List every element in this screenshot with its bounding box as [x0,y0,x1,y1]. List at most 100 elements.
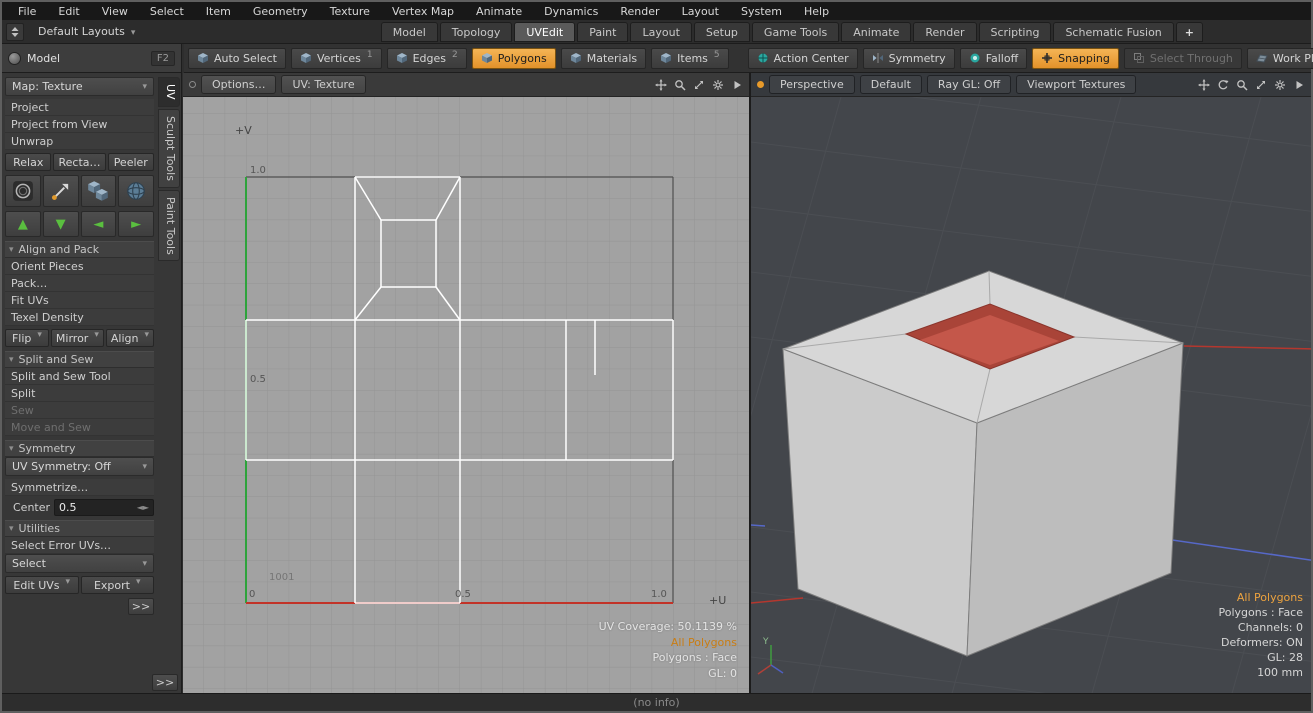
orient-pieces-command[interactable]: Orient Pieces [5,258,154,275]
shift-right-button[interactable]: ► [118,211,154,237]
viewport-state-icon[interactable] [757,81,764,88]
perspective-view-dropdown[interactable]: Perspective [769,75,855,94]
panel-menu-icon[interactable] [731,79,743,91]
menu-vertex-map[interactable]: Vertex Map [382,3,464,20]
symmetrize-command[interactable]: Symmetrize… [5,479,154,496]
layout-tab-setup[interactable]: Setup [694,22,750,42]
menu-file[interactable]: File [8,3,46,20]
materials-mode-button[interactable]: Materials [561,48,646,69]
peeler-button[interactable]: Peeler [108,153,154,171]
action-center-button[interactable]: Action Center [748,48,858,69]
flip-dropdown[interactable]: Flip▾ [5,329,49,347]
menu-edit[interactable]: Edit [48,3,89,20]
texel-density-command[interactable]: Texel Density [5,309,154,326]
layout-tab-model[interactable]: Model [381,22,438,42]
relax-button[interactable]: Relax [5,153,51,171]
symmetry-section-header[interactable]: Symmetry [5,440,154,457]
uv-sphere-tool-button[interactable] [118,175,154,207]
split-and-sew-tool-command[interactable]: Split and Sew Tool [5,368,154,385]
utilities-section-header[interactable]: Utilities [5,520,154,537]
pack-command[interactable]: Pack… [5,275,154,292]
uv-symmetry-dropdown[interactable]: UV Symmetry: Off [5,457,154,476]
menu-render[interactable]: Render [610,3,669,20]
shading-style-dropdown[interactable]: Default [860,75,922,94]
ray-gl-dropdown[interactable]: Ray GL: Off [927,75,1011,94]
shift-up-button[interactable]: ▲ [5,211,41,237]
layout-tab-scripting[interactable]: Scripting [979,22,1052,42]
project-command[interactable]: Project [5,99,154,116]
export-dropdown[interactable]: Export▾ [81,576,155,594]
gear-icon[interactable] [1274,79,1286,91]
symmetry-button[interactable]: Symmetry [863,48,955,69]
menu-dynamics[interactable]: Dynamics [534,3,608,20]
select-through-button[interactable]: Select Through [1124,48,1242,69]
map-selector-dropdown[interactable]: Map: Texture [5,77,154,96]
menu-layout[interactable]: Layout [672,3,729,20]
snapping-button[interactable]: Snapping [1032,48,1119,69]
select-dropdown[interactable]: Select [5,554,154,573]
layout-switcher-dropdown[interactable]: Default Layouts [30,23,143,40]
auto-select-button[interactable]: Auto Select [188,48,286,69]
menu-view[interactable]: View [92,3,138,20]
project-from-view-command[interactable]: Project from View [5,116,154,133]
sidebar-more-button[interactable]: >> [128,598,154,615]
pan-icon[interactable] [1198,79,1210,91]
layout-tab-game-tools[interactable]: Game Tools [752,22,839,42]
menu-system[interactable]: System [731,3,792,20]
menu-geometry[interactable]: Geometry [243,3,318,20]
edges-mode-button[interactable]: Edges2 [387,48,467,69]
layout-popup-button[interactable] [6,23,24,41]
uv-projection-tool-button[interactable] [5,175,41,207]
edit-uvs-dropdown[interactable]: Edit UVs▾ [5,576,79,594]
polygons-mode-button[interactable]: Polygons [472,48,556,69]
menu-help[interactable]: Help [794,3,839,20]
menu-animate[interactable]: Animate [466,3,532,20]
layout-tab-animate[interactable]: Animate [841,22,911,42]
layout-tab-paint[interactable]: Paint [577,22,628,42]
mirror-dropdown[interactable]: Mirror▾ [51,329,104,347]
layout-tab-topology[interactable]: Topology [440,22,513,42]
pan-icon[interactable] [655,79,667,91]
uv-options-button[interactable]: Options… [201,75,276,94]
vertices-mode-button[interactable]: Vertices1 [291,48,382,69]
layout-tab-layout[interactable]: Layout [630,22,691,42]
fit-uvs-command[interactable]: Fit UVs [5,292,154,309]
uv-canvas[interactable]: +V 1.0 0.5 0 0.5 1.0 +U 1001 [183,97,749,693]
spinner-icon[interactable]: ◄► [137,503,149,512]
sidebar-bottom-more-button[interactable]: >> [152,674,178,691]
unwrap-command[interactable]: Unwrap [5,133,154,150]
vtab-sculpt-tools[interactable]: Sculpt Tools [158,109,180,188]
shift-left-button[interactable]: ◄ [81,211,117,237]
falloff-button[interactable]: Falloff [960,48,1027,69]
layout-tab-uvedit[interactable]: UVEdit [514,22,575,42]
zoom-icon[interactable] [1236,79,1248,91]
maximize-icon[interactable] [1255,79,1267,91]
select-error-uvs-command[interactable]: Select Error UVs… [5,537,154,554]
center-value-field[interactable]: 0.5◄► [54,499,154,516]
layout-tab-render[interactable]: Render [913,22,976,42]
rectangle-button[interactable]: Recta… [53,153,105,171]
maximize-icon[interactable] [693,79,705,91]
menu-texture[interactable]: Texture [320,3,380,20]
add-layout-tab-button[interactable]: + [1176,22,1203,42]
align-and-pack-section-header[interactable]: Align and Pack [5,241,154,258]
vtab-uv[interactable]: UV [158,77,180,107]
vtab-paint-tools[interactable]: Paint Tools [158,190,180,262]
panel-menu-icon[interactable] [1293,79,1305,91]
orbit-icon[interactable] [1217,79,1229,91]
align-dropdown[interactable]: Align▾ [106,329,154,347]
menu-select[interactable]: Select [140,3,194,20]
zoom-icon[interactable] [674,79,686,91]
uv-editor-panel[interactable]: Options… UV: Texture [183,73,749,693]
split-and-sew-section-header[interactable]: Split and Sew [5,351,154,368]
gear-icon[interactable] [712,79,724,91]
uv-texture-tab[interactable]: UV: Texture [281,75,365,94]
items-mode-button[interactable]: Items5 [651,48,729,69]
uv-pin-tool-button[interactable] [43,175,79,207]
menu-item[interactable]: Item [196,3,241,20]
work-plane-button[interactable]: Work Plane [1247,48,1313,69]
layout-tab-schematic-fusion[interactable]: Schematic Fusion [1053,22,1173,42]
shift-down-button[interactable]: ▼ [43,211,79,237]
perspective-viewport[interactable]: Perspective Default Ray GL: Off Viewport… [749,73,1311,693]
uv-pack-tool-button[interactable] [81,175,117,207]
